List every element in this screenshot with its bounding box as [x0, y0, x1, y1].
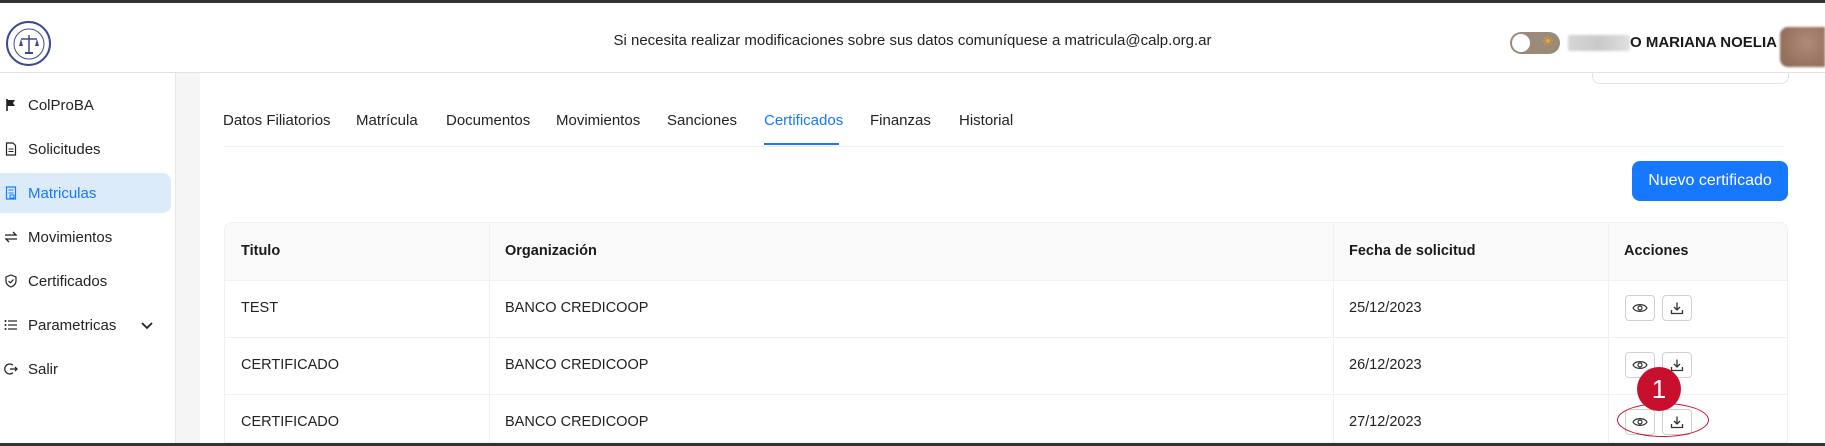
tab-historial[interactable]: Historial	[959, 112, 1013, 129]
sidebar-item-salir[interactable]: Salir	[0, 349, 171, 389]
view-button[interactable]	[1625, 295, 1655, 321]
sidebar-item-parametricas[interactable]: Parametricas	[0, 305, 171, 345]
sidebar-item-colproba[interactable]: ColProBA	[0, 85, 171, 125]
certificates-table: Titulo Organización Fecha de solicitud A…	[224, 222, 1788, 443]
tab-matricula[interactable]: Matrícula	[356, 112, 418, 129]
sidebar: ColProBA Solicitudes Matriculas Movimien…	[0, 73, 176, 443]
sidebar-item-label: Certificados	[28, 272, 108, 290]
top-header: Si necesita realizar modificaciones sobr…	[0, 3, 1825, 73]
eye-icon	[1632, 361, 1648, 369]
sidebar-item-label: ColProBA	[28, 96, 94, 114]
cell-titulo: TEST	[241, 300, 279, 316]
active-tab-indicator	[764, 143, 839, 145]
sidebar-item-label: Salir	[28, 360, 59, 378]
sidebar-item-certificados[interactable]: Certificados	[0, 261, 171, 301]
tab-sanciones[interactable]: Sanciones	[667, 112, 737, 129]
sun-icon: ☀	[1541, 33, 1554, 49]
cell-organizacion: BANCO CREDICOOP	[505, 357, 649, 373]
avatar[interactable]	[1780, 27, 1825, 67]
sidebar-item-label: Movimientos	[28, 228, 113, 246]
id-card-icon	[4, 186, 18, 200]
shield-check-icon	[4, 274, 18, 288]
cell-organizacion: BANCO CREDICOOP	[505, 414, 649, 430]
cell-titulo: CERTIFICADO	[241, 357, 340, 373]
column-header-fecha: Fecha de solicitud	[1349, 243, 1476, 259]
flag-icon	[4, 98, 18, 112]
annotation-step-badge: 1	[1637, 367, 1681, 411]
cell-titulo: CERTIFICADO	[241, 414, 340, 430]
column-header-acciones: Acciones	[1624, 243, 1689, 259]
column-header-organizacion: Organización	[505, 243, 597, 259]
redacted-name	[1568, 35, 1630, 51]
toggle-knob	[1512, 34, 1530, 52]
tab-finanzas[interactable]: Finanzas	[870, 112, 931, 129]
tab-documentos[interactable]: Documentos	[446, 112, 530, 129]
cell-organizacion: BANCO CREDICOOP	[505, 300, 649, 316]
column-header-titulo: Titulo	[241, 243, 281, 259]
document-icon	[4, 142, 18, 156]
table-row: TEST BANCO CREDICOOP 25/12/2023	[225, 280, 1787, 338]
sidebar-item-matriculas[interactable]: Matriculas	[0, 173, 171, 213]
user-name[interactable]: O MARIANA NOELIA	[1630, 34, 1777, 51]
tab-datos-filiatorios[interactable]: Datos Filiatorios	[223, 112, 331, 129]
sidebar-item-label: Parametricas	[28, 316, 117, 334]
card-edge	[1592, 73, 1789, 84]
tab-movimientos[interactable]: Movimientos	[556, 112, 640, 129]
tab-bar: Datos Filiatorios Matrícula Documentos M…	[223, 100, 1785, 147]
download-icon	[1670, 302, 1684, 315]
cell-fecha: 27/12/2023	[1349, 414, 1422, 430]
download-button[interactable]	[1662, 295, 1692, 321]
sidebar-item-movimientos[interactable]: Movimientos	[0, 217, 171, 257]
cell-fecha: 26/12/2023	[1349, 357, 1422, 373]
swap-icon	[4, 230, 18, 244]
chevron-down-icon[interactable]	[141, 317, 153, 334]
theme-toggle[interactable]: ☀	[1510, 32, 1560, 54]
logout-icon	[4, 362, 18, 376]
table-row: CERTIFICADO BANCO CREDICOOP 27/12/2023	[225, 394, 1787, 442]
sidebar-item-solicitudes[interactable]: Solicitudes	[0, 129, 171, 169]
new-certificate-button[interactable]: Nuevo certificado	[1632, 161, 1788, 201]
download-icon	[1670, 359, 1684, 372]
table-header: Titulo Organización Fecha de solicitud A…	[225, 223, 1787, 281]
eye-icon	[1632, 304, 1648, 312]
list-icon	[4, 318, 18, 332]
cell-fecha: 25/12/2023	[1349, 300, 1422, 316]
table-row: CERTIFICADO BANCO CREDICOOP 26/12/2023	[225, 337, 1787, 395]
sidebar-item-label: Solicitudes	[28, 140, 101, 158]
sidebar-item-label: Matriculas	[28, 184, 97, 202]
tab-certificados[interactable]: Certificados	[764, 112, 843, 129]
